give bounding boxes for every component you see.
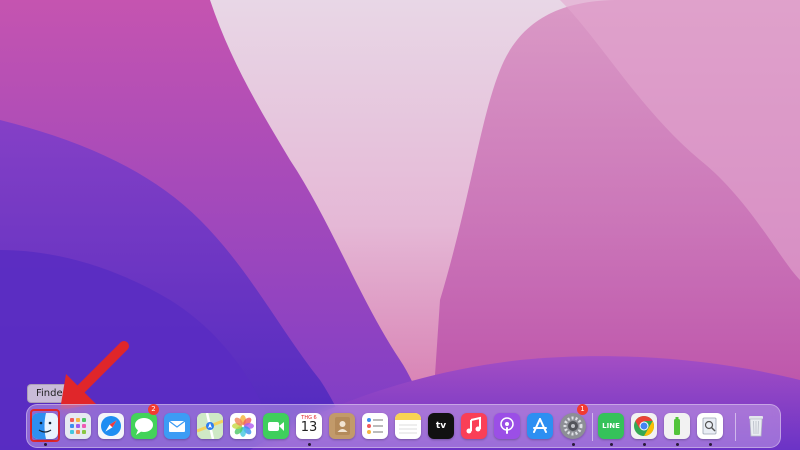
music-icon [466, 416, 481, 434]
dock-app-facetime[interactable] [263, 413, 289, 439]
running-indicator-line [610, 443, 613, 446]
running-indicator-battery [676, 443, 679, 446]
calendar-day: 13 [300, 420, 318, 435]
dock-app-battery[interactable] [664, 413, 690, 439]
messages-badge: 2 [148, 404, 159, 415]
dock-app-reminders[interactable] [362, 413, 388, 439]
mail-icon [168, 420, 186, 432]
annotation-arrow [60, 341, 129, 410]
app-store-icon [533, 418, 547, 433]
reminders-icon [367, 418, 383, 434]
dock-separator-trash [735, 413, 736, 441]
dock-app-launchpad[interactable] [65, 413, 91, 439]
dock-separator [592, 413, 593, 441]
dock-app-trash[interactable] [743, 413, 769, 439]
maps-icon [197, 413, 223, 439]
preview-icon [702, 417, 717, 435]
system-preferences-badge: 1 [577, 404, 588, 415]
line-icon: LINE [602, 422, 620, 430]
dock-app-safari[interactable] [98, 413, 124, 439]
dock-app-maps[interactable] [197, 413, 223, 439]
dock-app-system-preferences[interactable] [560, 413, 586, 439]
dock-app-mail[interactable] [164, 413, 190, 439]
running-indicator-preview [709, 443, 712, 446]
dock-app-messages[interactable] [131, 413, 157, 439]
contacts-icon [335, 417, 350, 435]
facetime-icon [268, 422, 284, 431]
notes-icon [395, 413, 421, 434]
running-indicator-calendar [308, 443, 311, 446]
dock-app-finder[interactable] [32, 413, 58, 439]
battery-icon [674, 417, 680, 435]
running-indicator-chrome [643, 443, 646, 446]
dock-app-music[interactable] [461, 413, 487, 439]
dock-app-photos[interactable] [230, 413, 256, 439]
tv-icon: tv [435, 421, 447, 431]
running-indicator-finder [44, 443, 47, 446]
dock-app-chrome[interactable] [631, 413, 657, 439]
dock-app-line[interactable]: LINE [598, 413, 624, 439]
dock: 2 THG 6 13 tv 1 LINE [26, 404, 781, 448]
dock-app-contacts[interactable] [329, 413, 355, 439]
launchpad-icon [70, 418, 86, 434]
dock-app-notes[interactable] [395, 413, 421, 439]
dock-app-preview[interactable] [697, 413, 723, 439]
dock-app-apple-tv[interactable]: tv [428, 413, 454, 439]
dock-app-calendar[interactable]: THG 6 13 [296, 413, 322, 439]
gear-icon [563, 416, 583, 436]
finder-icon [32, 413, 58, 439]
dock-app-app-store[interactable] [527, 413, 553, 439]
podcasts-icon [500, 417, 514, 434]
trash-icon [749, 416, 763, 437]
dock-app-podcasts[interactable] [494, 413, 520, 439]
photos-icon [232, 415, 254, 437]
safari-icon [101, 416, 121, 436]
chrome-icon [634, 416, 654, 436]
messages-icon [135, 418, 153, 435]
running-indicator-system-preferences [572, 443, 575, 446]
